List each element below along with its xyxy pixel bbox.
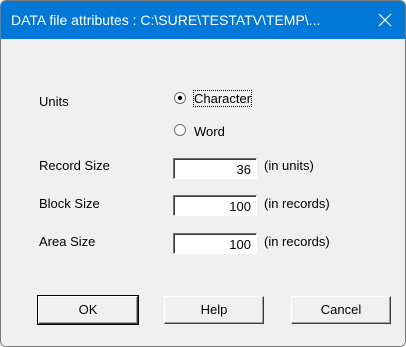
block-size-unit: (in records): [264, 196, 330, 211]
dialog-body: Units Character Word Record Size 36 (in …: [1, 39, 405, 346]
area-size-unit: (in records): [264, 234, 330, 249]
record-size-label: Record Size: [39, 158, 110, 173]
block-size-field[interactable]: 100: [173, 195, 257, 216]
radio-word-button[interactable]: [174, 124, 186, 136]
help-button[interactable]: Help: [164, 296, 264, 324]
close-icon: [378, 13, 392, 27]
record-size-unit: (in units): [264, 158, 314, 173]
block-size-label: Block Size: [39, 196, 100, 211]
title-bar[interactable]: DATA file attributes : C:\SURE\TESTATV\T…: [1, 1, 405, 39]
record-size-field[interactable]: 36: [173, 158, 257, 179]
ok-button[interactable]: OK: [37, 295, 139, 325]
cancel-button[interactable]: Cancel: [291, 296, 391, 324]
radio-character-label[interactable]: Character: [192, 90, 253, 107]
area-size-field[interactable]: 100: [173, 233, 257, 254]
radio-word-label[interactable]: Word: [194, 124, 225, 139]
area-size-label: Area Size: [39, 234, 96, 249]
radio-character-button[interactable]: [174, 92, 186, 104]
units-label: Units: [39, 94, 69, 109]
close-button[interactable]: [365, 1, 405, 39]
window-title: DATA file attributes : C:\SURE\TESTATV\T…: [11, 12, 321, 28]
dialog-window: DATA file attributes : C:\SURE\TESTATV\T…: [0, 0, 406, 347]
